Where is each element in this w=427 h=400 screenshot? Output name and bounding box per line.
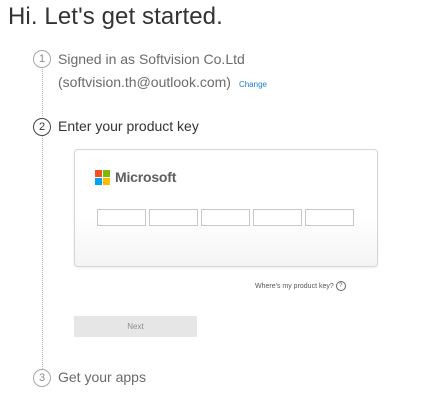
step-3-number-icon: 3 bbox=[33, 369, 51, 387]
product-key-segment-1[interactable] bbox=[97, 209, 146, 226]
step-connector-line bbox=[42, 67, 43, 116]
step-2-label: Enter your product key bbox=[58, 118, 199, 134]
step-2-number-icon: 2 bbox=[33, 118, 51, 136]
product-key-segment-2[interactable] bbox=[149, 209, 198, 226]
account-email: (softvision.th@outlook.com) bbox=[58, 74, 231, 90]
step-1-number-icon: 1 bbox=[33, 50, 51, 68]
product-key-segment-3[interactable] bbox=[201, 209, 250, 226]
product-key-card: Microsoft bbox=[74, 149, 378, 267]
where-is-product-key-link[interactable]: Where's my product key?? bbox=[255, 281, 346, 291]
microsoft-logo-icon bbox=[95, 170, 110, 185]
next-button[interactable]: Next bbox=[74, 316, 197, 337]
step-connector-line bbox=[42, 136, 43, 369]
product-key-segment-5[interactable] bbox=[305, 209, 354, 226]
where-is-product-key-text: Where's my product key? bbox=[255, 282, 334, 290]
page-title: Hi. Let's get started. bbox=[8, 3, 223, 30]
microsoft-wordmark: Microsoft bbox=[115, 169, 177, 185]
question-circle-icon: ? bbox=[335, 281, 346, 291]
change-account-link[interactable]: Change bbox=[239, 80, 267, 89]
step-1-account-line: (softvision.th@outlook.com) Change bbox=[58, 74, 267, 90]
step-3-label: Get your apps bbox=[58, 369, 146, 385]
product-key-segment-4[interactable] bbox=[253, 209, 302, 226]
step-1-signed-in-text: Signed in as Softvision Co.Ltd bbox=[58, 51, 245, 67]
